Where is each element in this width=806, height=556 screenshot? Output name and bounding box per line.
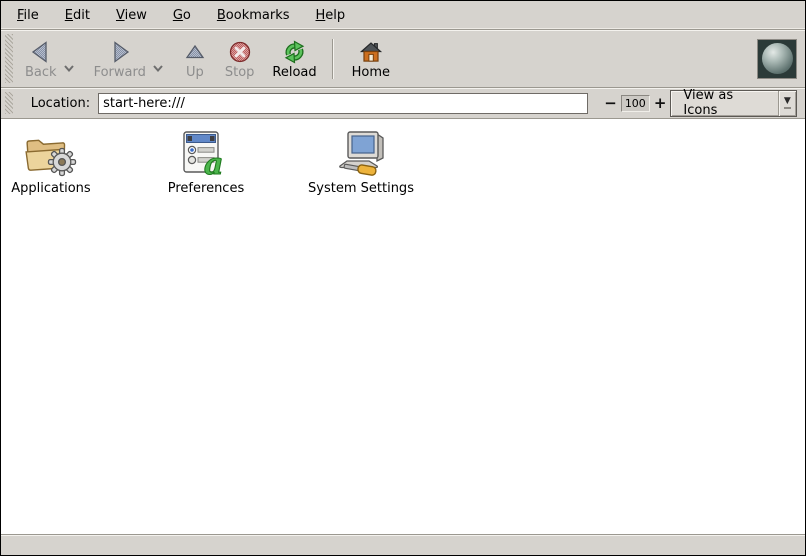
location-bar: Location: − 100 + View as Icons ▼ [1,88,805,119]
menu-edit[interactable]: Edit [61,5,94,26]
chevron-down-icon [63,64,75,73]
chevron-down-icon: ▼ [778,91,796,116]
throbber-button [757,39,797,79]
chevron-down-icon [152,64,164,73]
menu-file[interactable]: File [13,5,43,26]
location-label: Location: [31,96,90,111]
stop-button-label: Stop [225,65,255,80]
view-as-dropdown[interactable]: View as Icons ▼ [670,90,797,117]
applications-folder-icon [21,129,81,177]
forward-history-dropdown[interactable] [150,56,166,79]
menu-view[interactable]: View [112,5,151,26]
up-arrow-icon [183,40,207,64]
throbber-globe-icon [762,43,793,74]
preferences-icon: a [176,129,236,177]
home-icon [359,40,383,64]
forward-arrow-icon [108,40,132,64]
forward-button-label: Forward [94,65,146,80]
system-settings-icon [331,129,391,177]
back-arrow-icon [29,40,53,64]
up-button[interactable]: Up [174,34,216,84]
toolbar-separator [332,39,333,79]
desktop-item-label: Applications [11,181,90,196]
zoom-out-button[interactable]: − [600,94,621,112]
stop-button[interactable]: Stop [216,34,264,84]
reload-button-label: Reload [272,65,316,80]
forward-button[interactable]: Forward [85,34,155,84]
reload-button[interactable]: Reload [263,34,325,84]
location-input[interactable] [98,93,588,114]
desktop-item-label: Preferences [168,181,244,196]
desktop-item-preferences[interactable]: a Preferences [156,127,256,196]
back-button[interactable]: Back [16,34,66,84]
toolbar-grip-handle[interactable] [5,34,13,83]
up-button-label: Up [186,65,204,80]
svg-text:a: a [204,147,223,177]
location-bar-grip-handle[interactable] [5,92,13,114]
reload-icon [282,40,307,64]
back-history-dropdown[interactable] [61,56,77,79]
desktop-item-label: System Settings [308,181,414,196]
zoom-in-button[interactable]: + [650,94,671,112]
menu-go[interactable]: Go [169,5,195,26]
menu-bar: File Edit View Go Bookmarks Help [1,1,805,30]
stop-icon [228,40,252,64]
menu-bookmarks[interactable]: Bookmarks [213,5,294,26]
icon-view: Applications a Preferences [1,119,805,534]
back-button-label: Back [25,65,57,80]
view-as-label: View as Icons [683,88,777,118]
menu-help[interactable]: Help [312,5,350,26]
desktop-item-applications[interactable]: Applications [1,127,101,196]
home-button-label: Home [352,65,390,80]
home-button[interactable]: Home [343,34,399,84]
status-bar [1,534,805,555]
file-manager-window: File Edit View Go Bookmarks Help Back [0,0,806,556]
toolbar: Back Forward [1,30,805,88]
desktop-item-system-settings[interactable]: System Settings [311,127,411,196]
zoom-level-indicator: 100 [621,95,650,112]
